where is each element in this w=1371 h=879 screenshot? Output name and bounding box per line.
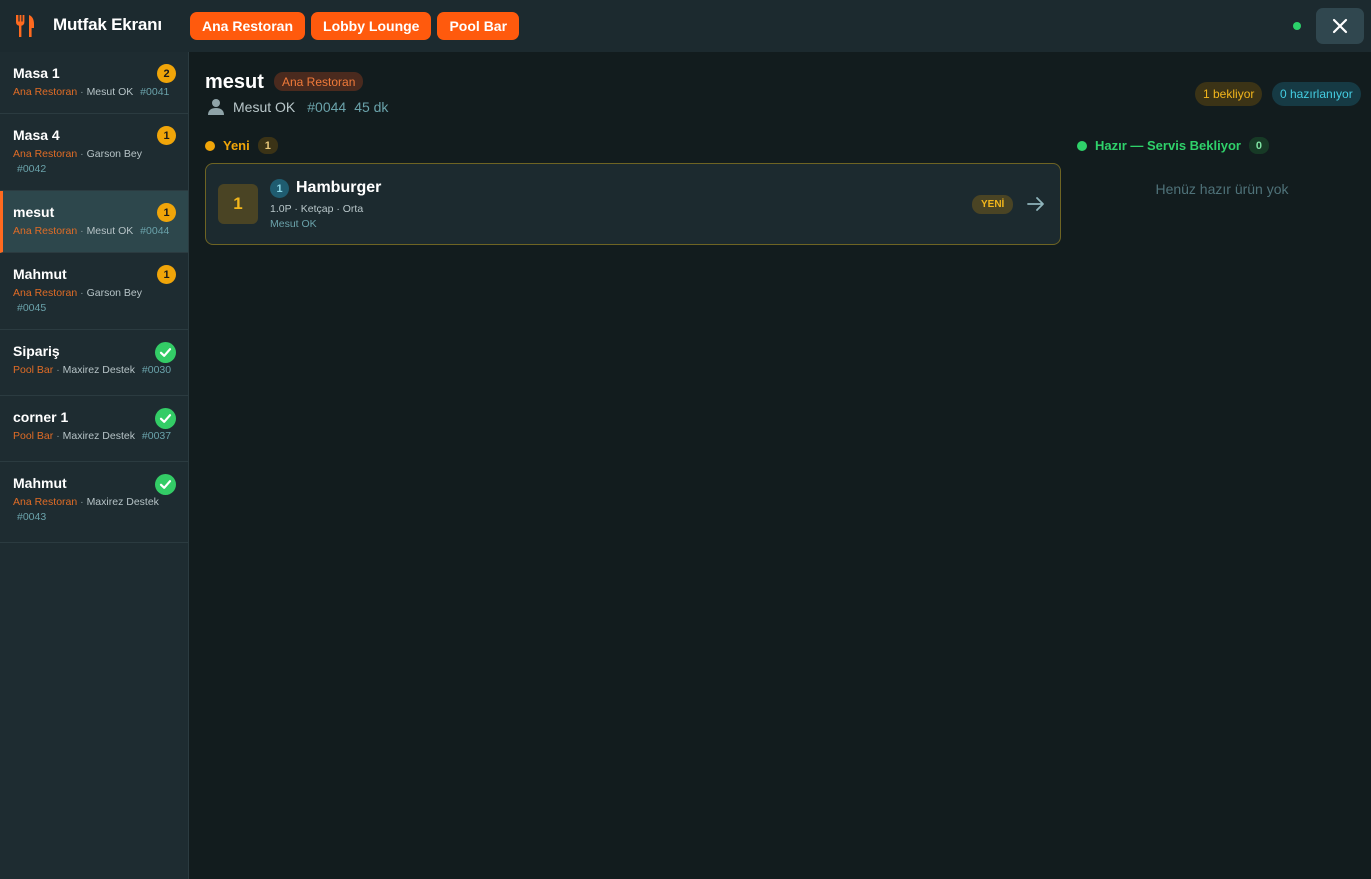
order-name: Mahmut: [13, 475, 67, 491]
order-waiter: Mesut OK: [86, 86, 134, 98]
order-restaurant: Ana Restoran: [13, 148, 78, 160]
item-waiter: Mesut OK: [270, 218, 317, 230]
order-restaurant: Pool Bar: [13, 364, 54, 376]
order-waiter: Maxirez Destek: [62, 430, 135, 442]
close-icon: [1332, 18, 1348, 34]
restaurant-tabs: Ana Restoran Lobby Lounge Pool Bar: [190, 12, 520, 40]
check-icon: [155, 342, 176, 363]
order-waiter: Mesut OK: [86, 225, 134, 237]
order-meta: Ana Restoran · Mesut OK #0044: [13, 225, 170, 237]
ready-section-count: 0: [1248, 137, 1269, 154]
order-restaurant: Ana Restoran: [13, 225, 78, 237]
order-meta: Pool Bar · Maxirez Destek #0030: [13, 364, 172, 376]
order-meta: Ana Restoran · Garson Bey #0042: [13, 148, 143, 175]
ready-section-label: Hazır — Servis Bekliyor: [1095, 138, 1241, 153]
order-list-item[interactable]: Masa 1 Ana Restoran · Mesut OK #0041 2: [0, 52, 188, 114]
order-waiter: Maxirez Destek: [86, 496, 159, 508]
preparing-count-pill: 0 hazırlanıyor: [1272, 82, 1361, 106]
item-options: 1.0P · Ketçap · Orta: [270, 203, 364, 215]
order-number: #0037: [141, 430, 172, 442]
order-name: mesut: [13, 204, 55, 220]
new-status-dot: [205, 140, 215, 151]
arrow-right-icon[interactable]: [1026, 194, 1046, 214]
order-restaurant: Pool Bar: [13, 430, 54, 442]
order-detail-panel: mesut Ana Restoran Mesut OK #0044 45 dk …: [189, 52, 1371, 879]
order-name: Masa 4: [13, 127, 60, 143]
pending-count-badge: 1: [157, 126, 176, 145]
item-quantity: 1: [218, 184, 258, 224]
waiting-count-pill: 1 bekliyor: [1195, 82, 1263, 106]
order-list-item[interactable]: corner 1 Pool Bar · Maxirez Destek #0037: [0, 396, 188, 462]
elapsed-time: 45 dk: [354, 99, 389, 115]
order-meta: Pool Bar · Maxirez Destek #0037: [13, 430, 172, 442]
tab-lobby-lounge[interactable]: Lobby Lounge: [311, 12, 432, 40]
check-icon: [155, 474, 176, 495]
order-number: #0042: [17, 163, 47, 175]
order-number: #0044: [140, 225, 170, 237]
order-restaurant: Ana Restoran: [13, 86, 78, 98]
order-name: Sipariş: [13, 343, 60, 359]
pending-count-badge: 1: [157, 265, 176, 284]
new-section-label: Yeni: [223, 138, 250, 153]
order-name: corner 1: [13, 409, 69, 425]
pending-count-badge: 1: [157, 203, 176, 222]
order-list-sidebar: Masa 1 Ana Restoran · Mesut OK #0041 2 M…: [0, 52, 189, 879]
tab-ana-restoran[interactable]: Ana Restoran: [190, 12, 306, 40]
tab-pool-bar[interactable]: Pool Bar: [437, 12, 520, 40]
order-waiter: Mesut OK: [233, 99, 296, 115]
order-name: Mahmut: [13, 266, 67, 282]
order-list-item[interactable]: Mahmut Ana Restoran · Maxirez Destek #00…: [0, 462, 188, 543]
order-number: #0043: [17, 511, 47, 523]
order-item-card[interactable]: 1 1 Hamburger 1.0P · Ketçap · Orta Mesut…: [205, 163, 1061, 245]
connection-status-indicator: [1293, 22, 1301, 30]
order-number: #0030: [141, 364, 172, 376]
close-button[interactable]: [1316, 8, 1364, 44]
order-meta: Ana Restoran · Garson Bey #0045: [13, 287, 143, 314]
item-status-badge: YENİ: [972, 195, 1014, 214]
item-name: Hamburger: [296, 179, 382, 196]
fork-knife-icon: [16, 15, 34, 37]
top-bar: Mutfak Ekranı Ana Restoran Lobby Lounge …: [0, 0, 1371, 52]
order-restaurant: Ana Restoran: [13, 287, 78, 299]
order-number: #0045: [17, 302, 47, 314]
ready-status-dot: [1077, 140, 1087, 151]
check-icon: [155, 408, 176, 429]
order-title: mesut: [205, 71, 264, 93]
item-index-badge: 1: [270, 179, 289, 198]
pending-count-badge: 2: [157, 64, 176, 83]
order-waiter: Garson Bey: [86, 287, 143, 299]
order-meta: Ana Restoran · Mesut OK #0041: [13, 86, 170, 98]
order-restaurant: Ana Restoran: [13, 496, 78, 508]
order-list-item[interactable]: Mahmut Ana Restoran · Garson Bey #0045 1: [0, 253, 188, 330]
order-waiter: Garson Bey: [86, 148, 143, 160]
user-icon: [208, 99, 224, 115]
order-name: Masa 1: [13, 65, 60, 81]
order-list-item[interactable]: Sipariş Pool Bar · Maxirez Destek #0030: [0, 330, 188, 396]
ready-empty-message: Henüz hazır ürün yok: [1155, 181, 1289, 197]
restaurant-tag: Ana Restoran: [274, 72, 364, 91]
app-title: Mutfak Ekranı: [53, 15, 162, 34]
ready-section-header: Hazır — Servis Bekliyor 0: [1077, 137, 1269, 154]
order-number: #0041: [140, 86, 170, 98]
order-waiter: Maxirez Destek: [62, 364, 135, 376]
order-list-item[interactable]: Masa 4 Ana Restoran · Garson Bey #0042 1: [0, 114, 188, 191]
new-section-count: 1: [257, 137, 278, 154]
new-section-header: Yeni 1: [205, 137, 278, 154]
order-list-item-selected[interactable]: mesut Ana Restoran · Mesut OK #0044 1: [0, 191, 188, 253]
order-meta: Ana Restoran · Maxirez Destek #0043: [13, 496, 159, 523]
order-number: #0044: [307, 99, 347, 115]
order-info-row: Mesut OK #0044 45 dk: [207, 98, 388, 116]
